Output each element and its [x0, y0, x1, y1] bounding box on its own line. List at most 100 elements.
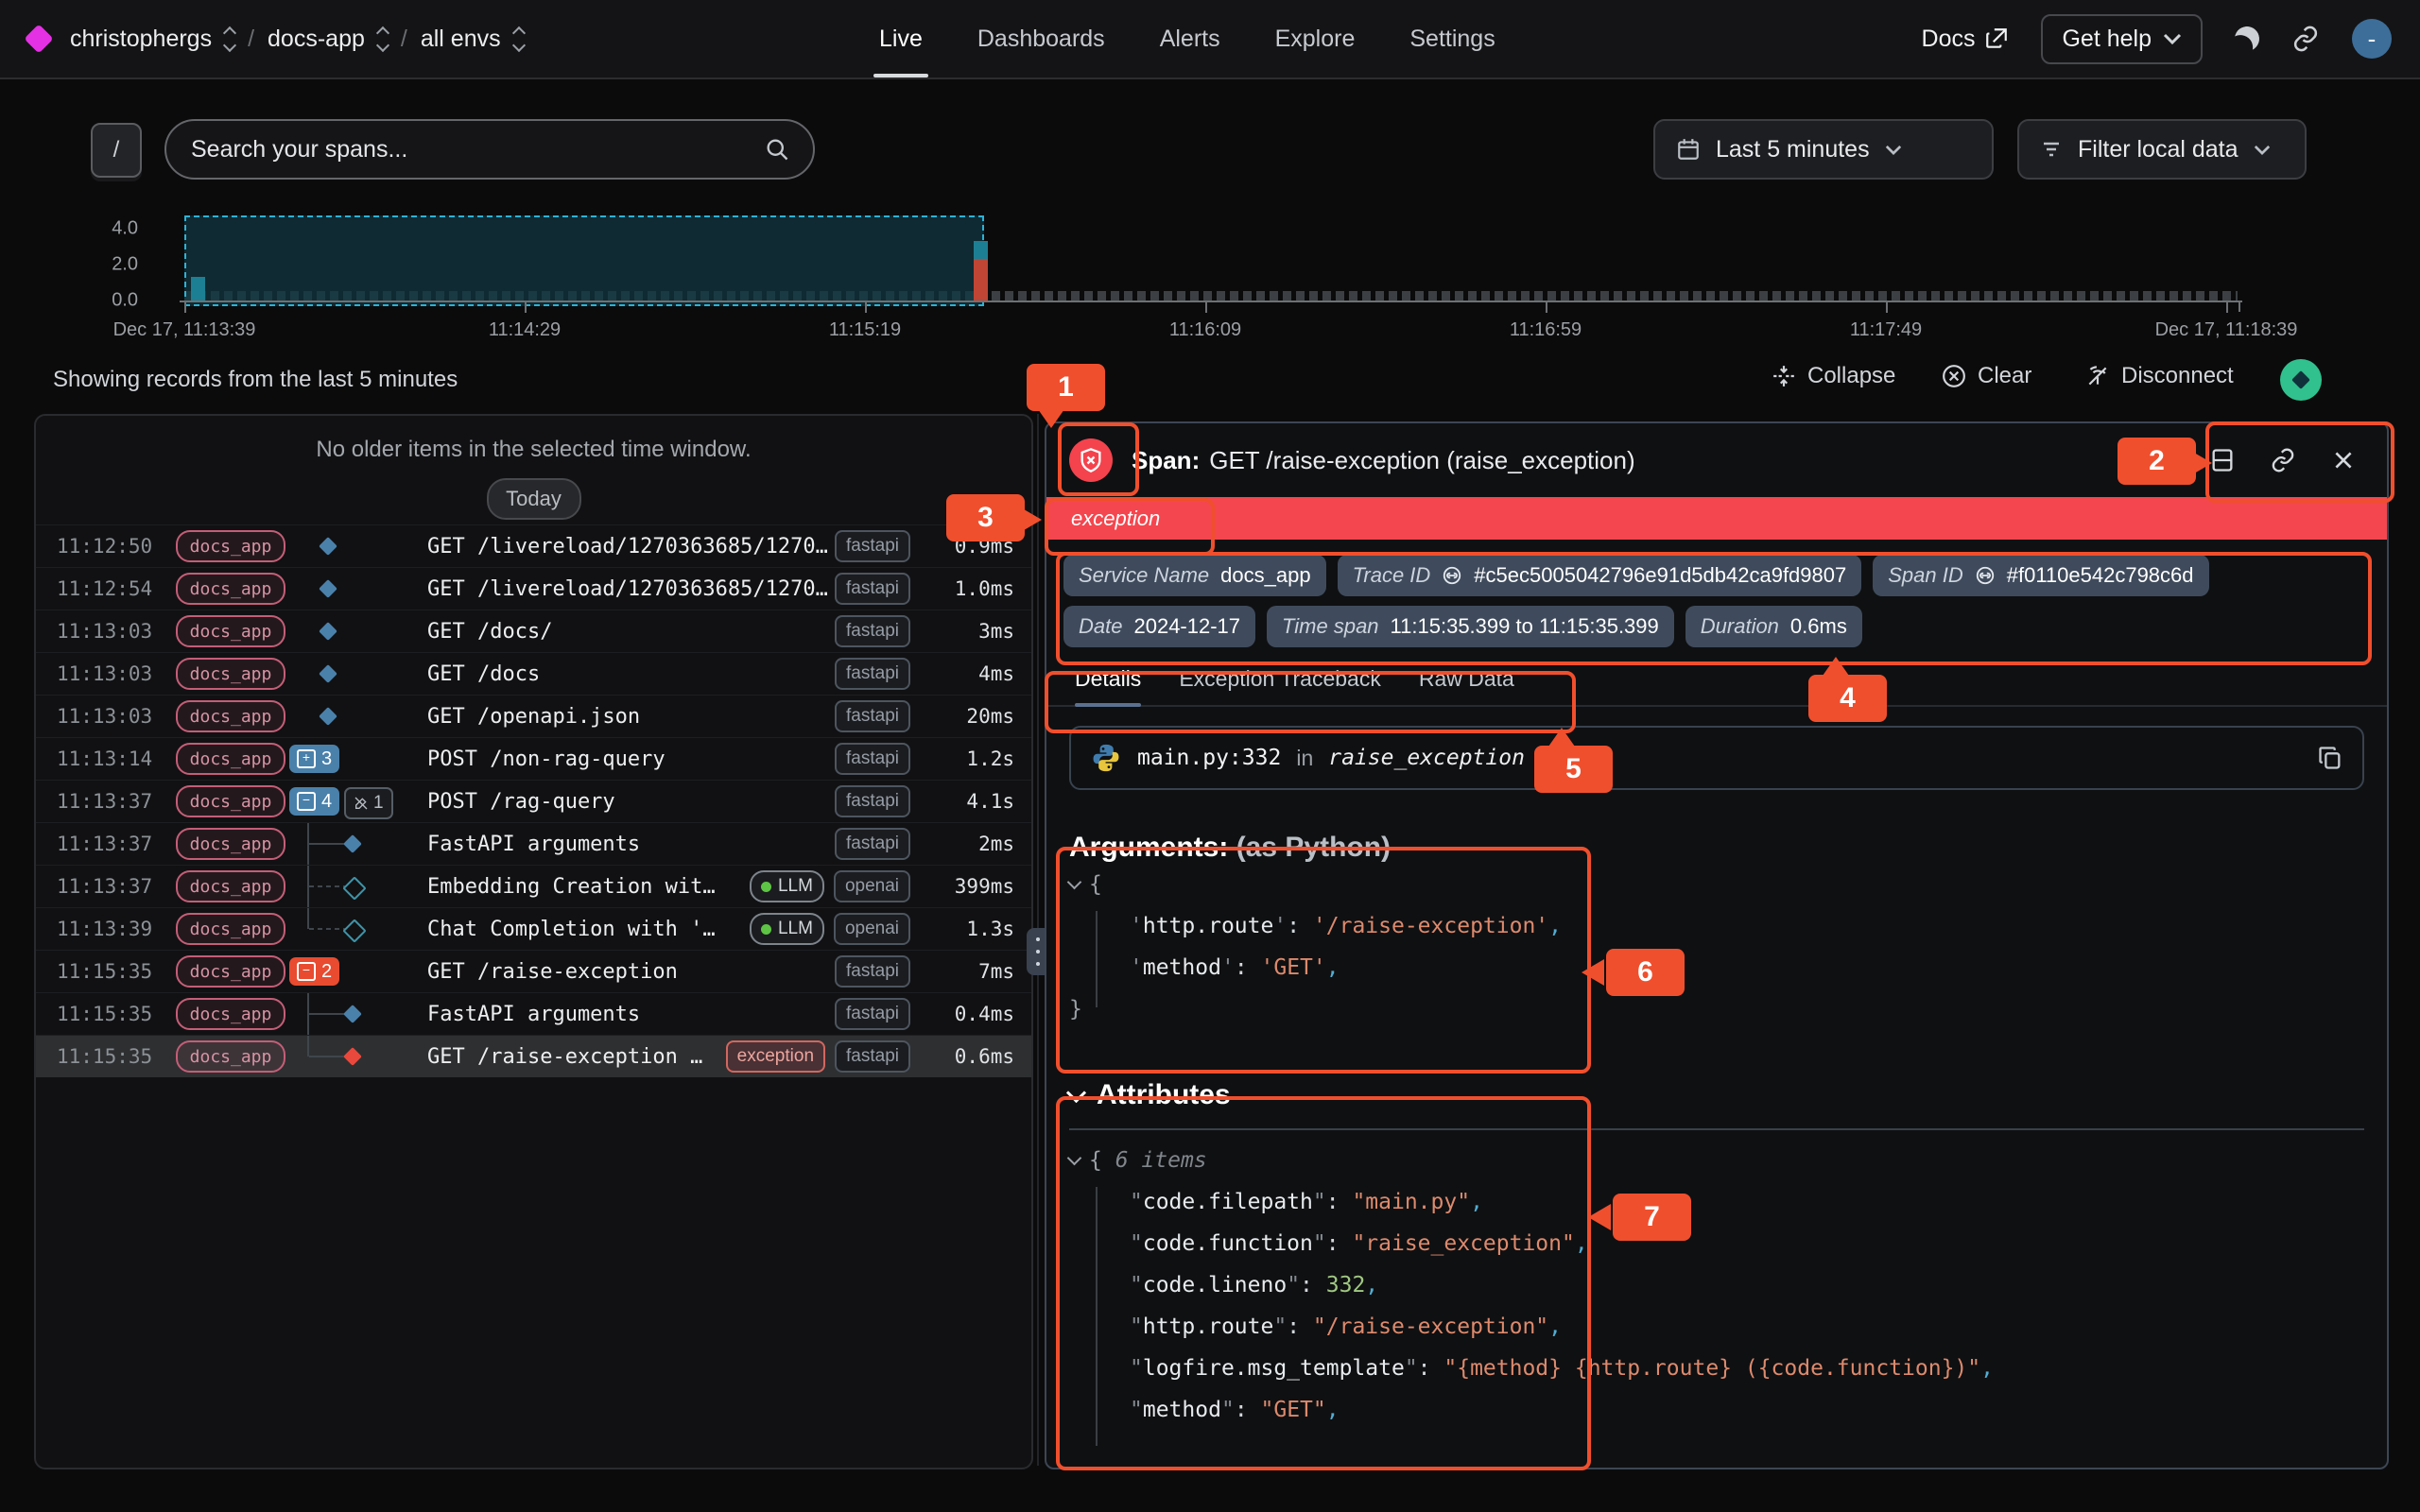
span-duration: 1.0ms	[924, 577, 1014, 600]
chart-selection-window[interactable]	[184, 215, 984, 306]
service-tag[interactable]: docs_app	[176, 785, 285, 817]
split-panel-button[interactable]	[2202, 439, 2243, 481]
metadata-chip-service-name: Service Namedocs_app	[1063, 555, 1326, 596]
nav-tab-live[interactable]: Live	[879, 0, 923, 77]
scope-pill: fastapi	[835, 658, 910, 690]
service-tag[interactable]: docs_app	[176, 530, 285, 562]
expand-count-badge[interactable]: +3	[289, 745, 339, 773]
service-tag[interactable]: docs_app	[176, 1040, 285, 1073]
close-icon	[2331, 448, 2356, 472]
env-switcher[interactable]: all envs	[421, 26, 524, 53]
span-timeline-chart[interactable]: 0.02.04.0Dec 17, 11:13:3911:14:2911:15:1…	[0, 189, 2420, 345]
span-row[interactable]: 11:13:03docs_appGET /openapi.jsonfastapi…	[36, 695, 1031, 737]
nav-tabs: Live Dashboards Alerts Explore Settings	[879, 0, 1495, 77]
arguments-section: Arguments: (as Python) {'http.route': '/…	[1069, 832, 2364, 1030]
span-detail-header: Span:GET /raise-exception (raise_excepti…	[1046, 423, 2387, 497]
expand-count-badge[interactable]: −4	[289, 787, 339, 816]
user-avatar[interactable]: -	[2352, 19, 2392, 59]
span-name: GET /docs	[427, 662, 540, 686]
pencil-off-icon	[354, 796, 369, 811]
metadata-chip-date: Date2024-12-17	[1063, 606, 1255, 647]
exception-pill: exception	[726, 1040, 825, 1073]
chevron-updown-icon	[514, 28, 524, 50]
close-panel-button[interactable]	[2323, 439, 2364, 481]
nav-tab-settings[interactable]: Settings	[1409, 0, 1495, 77]
search-input[interactable]	[189, 135, 752, 164]
span-row[interactable]: 11:13:37docs_appFastAPI argumentsfastapi…	[36, 822, 1031, 865]
service-tag[interactable]: docs_app	[176, 955, 285, 988]
nav-tab-dashboards[interactable]: Dashboards	[977, 0, 1105, 77]
service-tag[interactable]: docs_app	[176, 700, 285, 732]
expand-count-badge[interactable]: −2	[289, 957, 339, 986]
in-word: in	[1296, 746, 1313, 771]
span-name: GET /raise-exception …	[427, 1045, 702, 1069]
span-name: FastAPI arguments	[427, 1003, 640, 1026]
nav-right: Docs Get help -	[1922, 0, 2392, 77]
share-link-icon[interactable]	[2291, 25, 2320, 53]
x-axis	[180, 301, 2242, 302]
service-tag[interactable]: docs_app	[176, 828, 285, 860]
dark-mode-toggle-moon-icon[interactable]	[2232, 24, 2262, 54]
span-name: FastAPI arguments	[427, 833, 640, 856]
service-tag[interactable]: docs_app	[176, 743, 285, 775]
service-tag[interactable]: docs_app	[176, 870, 285, 902]
service-tag[interactable]: docs_app	[176, 658, 285, 690]
metadata-chip-span-id[interactable]: Span ID#f0110e542c798c6d	[1873, 555, 2208, 596]
service-tag[interactable]: docs_app	[176, 913, 285, 945]
project-switcher[interactable]: docs-app	[268, 26, 388, 53]
exception-banner: exception	[1046, 497, 2387, 540]
span-duration: 20ms	[924, 705, 1014, 728]
copy-span-link-button[interactable]	[2262, 439, 2304, 481]
clear-button[interactable]: Clear	[1942, 363, 2031, 389]
span-row[interactable]: 11:15:35docs_appFastAPI argumentsfastapi…	[36, 992, 1031, 1035]
attributes-heading[interactable]: Attributes	[1069, 1079, 2364, 1111]
collapse-button[interactable]: Collapse	[1772, 363, 1895, 389]
service-tag[interactable]: docs_app	[176, 998, 285, 1030]
span-row[interactable]: 11:15:35docs_app−2GET /raise-exceptionfa…	[36, 950, 1031, 992]
copy-icon[interactable]	[2317, 745, 2343, 771]
span-row[interactable]: 11:12:54docs_appGET /livereload/12703636…	[36, 567, 1031, 610]
nav-tab-explore[interactable]: Explore	[1275, 0, 1356, 77]
span-row[interactable]: 11:13:03docs_appGET /docsfastapi4ms	[36, 652, 1031, 695]
filter-local-data-button[interactable]: Filter local data	[2017, 119, 2307, 180]
docs-link[interactable]: Docs	[1922, 26, 2010, 53]
detail-tab-details[interactable]: Details	[1075, 666, 1141, 705]
disconnect-button[interactable]: Disconnect	[2085, 363, 2234, 389]
span-name: POST /rag-query	[427, 790, 615, 814]
live-status-button[interactable]	[2280, 359, 2322, 401]
span-row[interactable]: 11:13:03docs_appGET /docs/fastapi3ms	[36, 610, 1031, 652]
span-name: Embedding Creation wit…	[427, 875, 716, 899]
span-duration: 1.2s	[924, 747, 1014, 770]
chevron-updown-icon	[225, 28, 234, 50]
today-button[interactable]: Today	[487, 478, 581, 520]
service-tag[interactable]: docs_app	[176, 615, 285, 647]
span-duration: 4.1s	[924, 790, 1014, 813]
nav-tab-alerts[interactable]: Alerts	[1160, 0, 1220, 77]
chevron-down-icon	[1067, 875, 1082, 890]
span-row[interactable]: 11:12:50docs_appGET /livereload/12703636…	[36, 524, 1031, 567]
scope-pill: fastapi	[835, 1040, 910, 1073]
detail-tab-raw-data[interactable]: Raw Data	[1419, 666, 1514, 705]
span-row[interactable]: 11:13:14docs_app+3POST /non-rag-queryfas…	[36, 737, 1031, 780]
span-title: Span:GET /raise-exception (raise_excepti…	[1132, 446, 1635, 475]
time-range-button[interactable]: Last 5 minutes	[1653, 119, 1994, 180]
detail-tab-exception-traceback[interactable]: Exception Traceback	[1179, 666, 1381, 705]
span-row[interactable]: 11:15:35docs_appGET /raise-exception …ex…	[36, 1035, 1031, 1077]
service-tag[interactable]: docs_app	[176, 573, 285, 605]
green-dot-icon	[761, 924, 771, 935]
span-name: Chat Completion with '…	[427, 918, 716, 941]
python-icon	[1090, 742, 1122, 774]
org-switcher[interactable]: christophergs	[70, 26, 234, 53]
x-tick-label: 11:14:29	[489, 319, 561, 341]
span-time: 11:13:39	[57, 918, 163, 940]
span-row[interactable]: 11:13:37docs_app−41POST /rag-queryfastap…	[36, 780, 1031, 822]
diamond-icon	[2291, 370, 2310, 389]
org-name: christophergs	[70, 26, 212, 53]
span-row[interactable]: 11:13:37docs_appEmbedding Creation wit…L…	[36, 865, 1031, 907]
get-help-button[interactable]: Get help	[2041, 14, 2203, 64]
span-diamond-outline-icon	[342, 876, 366, 900]
attributes-section: Attributes { 6 items"code.filepath": "ma…	[1069, 1079, 2364, 1431]
metadata-chip-trace-id[interactable]: Trace ID#c5ec5005042796e91d5db42ca9fd980…	[1338, 555, 1862, 596]
logfire-logo-icon[interactable]	[24, 24, 53, 53]
span-row[interactable]: 11:13:39docs_appChat Completion with '…L…	[36, 907, 1031, 950]
